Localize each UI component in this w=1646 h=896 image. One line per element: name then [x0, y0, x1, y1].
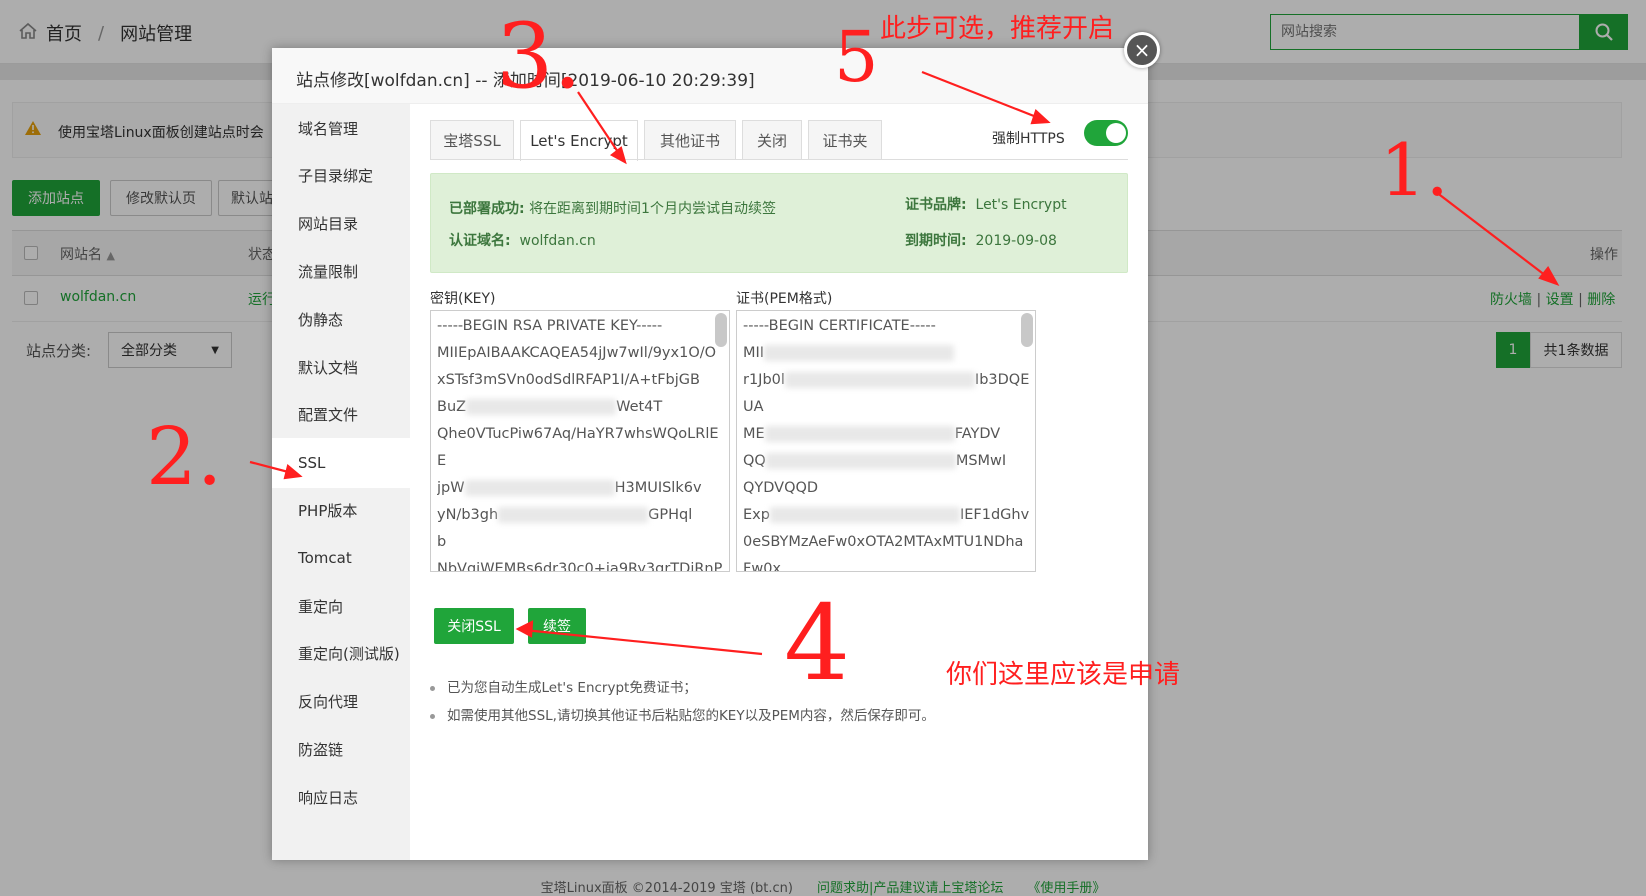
- annotation-step-1: 1.: [1380, 128, 1449, 212]
- arrow-lets-encrypt: [577, 91, 623, 159]
- arrow-head: [609, 146, 627, 165]
- annotation-step-4: 4: [784, 582, 851, 704]
- annotation-step-3: 3.: [496, 4, 582, 109]
- arrow-settings: [1435, 191, 1555, 283]
- arrow-https: [921, 70, 1045, 122]
- arrow-head: [283, 464, 303, 480]
- arrow-close-ssl: [523, 628, 763, 656]
- annotation-step-5: 5: [834, 16, 879, 98]
- annotation-note-apply: 你们这里应该是申请: [946, 660, 1181, 690]
- arrow-head: [1030, 109, 1051, 125]
- arrow-head: [515, 620, 534, 638]
- annotation-step-2: 2.: [146, 410, 223, 503]
- annotation-note-optional: 此步可选，推荐开启: [880, 14, 1115, 44]
- arrow-head: [1538, 266, 1560, 287]
